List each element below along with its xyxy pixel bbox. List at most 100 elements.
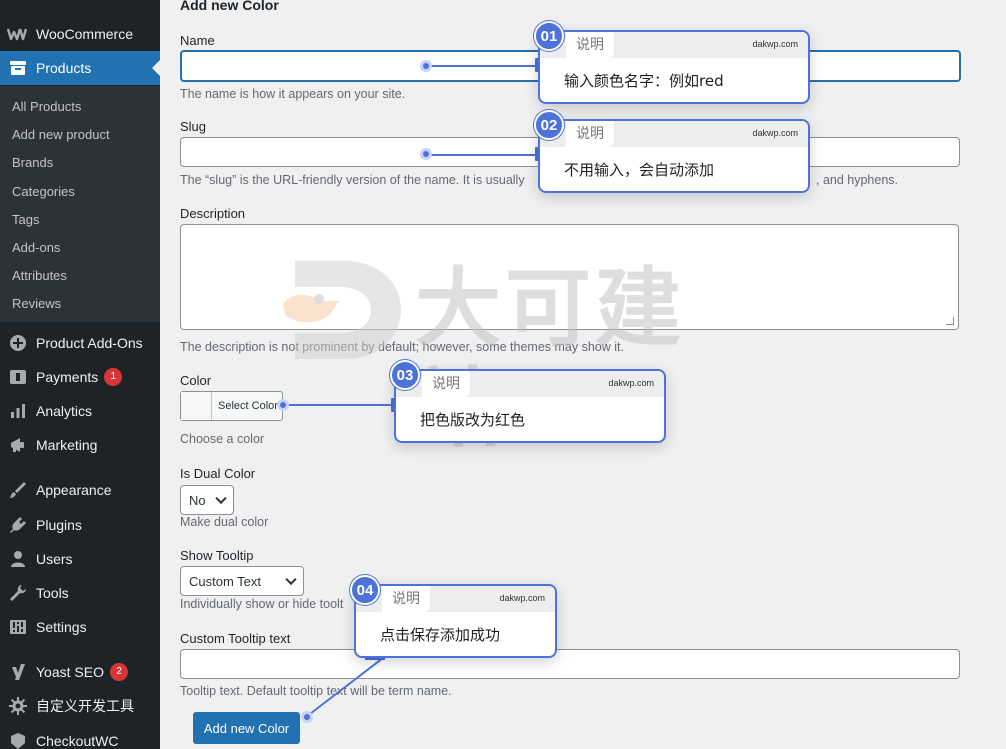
megaphone-icon [0, 435, 36, 455]
menu-label: Tools [36, 585, 69, 601]
callout-site: dakwp.com [752, 39, 798, 49]
color-swatch [181, 392, 212, 420]
callout-site: dakwp.com [752, 128, 798, 138]
menu-yoast-seo[interactable]: Yoast SEO 2 [0, 655, 160, 689]
callout-text: 把色版改为红色 [420, 411, 526, 429]
description-textarea[interactable] [180, 224, 959, 330]
menu-label: Product Add-Ons [36, 335, 143, 351]
menu-label: Plugins [36, 517, 82, 533]
menu-label: 自定义开发工具 [36, 698, 134, 714]
menu-label: Yoast SEO [36, 664, 104, 680]
callout-2-number: 02 [534, 110, 564, 140]
submenu-add-new-product[interactable]: Add new product [12, 127, 110, 142]
submenu-add-ons[interactable]: Add-ons [12, 240, 60, 255]
chevron-down-icon [285, 573, 297, 586]
gear-icon [0, 696, 36, 716]
callout-2-anchor [420, 148, 432, 160]
payments-icon [0, 367, 36, 387]
menu-appearance[interactable]: Appearance [0, 473, 160, 507]
name-label: Name [180, 33, 215, 48]
callout-1-leader [426, 65, 538, 67]
color-description: Choose a color [180, 432, 265, 446]
show-tooltip-description: Individually show or hide toolt [180, 597, 344, 611]
menu-payments[interactable]: Payments 1 [0, 360, 160, 394]
brush-icon [0, 480, 36, 500]
admin-sidebar: WooCommerce Products All Products Add ne… [0, 0, 160, 749]
callout-header: 说明 dakwp.com [396, 371, 664, 397]
callout-header: 说明 dakwp.com [540, 121, 808, 147]
slug-label: Slug [180, 119, 207, 134]
sliders-icon [0, 617, 36, 637]
callout-text: 点击保存添加成功 [380, 626, 501, 644]
menu-settings[interactable]: Settings [0, 610, 160, 644]
submenu-brands[interactable]: Brands [12, 155, 53, 170]
plug-icon [0, 515, 36, 535]
chevron-down-icon [215, 492, 227, 505]
color-label: Color [180, 373, 212, 388]
slug-description-tail: , and hyphens. [816, 173, 899, 187]
form-title: Add new Color [180, 0, 279, 13]
menu-label: CheckoutWC [36, 733, 119, 749]
callout-title: 说明 [566, 32, 614, 58]
yoast-badge: 2 [109, 663, 128, 681]
submenu-attributes[interactable]: Attributes [12, 268, 67, 283]
submenu-reviews[interactable]: Reviews [12, 296, 61, 311]
menu-label: WooCommerce [36, 26, 133, 42]
menu-checkoutwc[interactable]: CheckoutWC [0, 724, 160, 749]
resize-handle-icon[interactable] [946, 317, 954, 325]
menu-woocommerce[interactable]: WooCommerce [0, 17, 160, 51]
submenu-all-products[interactable]: All Products [12, 99, 81, 114]
user-icon [0, 549, 36, 569]
show-tooltip-value: Custom Text [189, 573, 262, 589]
callout-text: 输入颜色名字：例如red [564, 72, 724, 90]
submenu-categories[interactable]: Categories [12, 184, 75, 199]
checkout-icon [0, 731, 36, 749]
callout-site: dakwp.com [499, 593, 545, 603]
callout-4: 说明 dakwp.com 点击保存添加成功 [354, 584, 557, 658]
menu-marketing[interactable]: Marketing [0, 428, 160, 462]
menu-analytics[interactable]: Analytics [0, 394, 160, 428]
dual-color-select[interactable]: No [180, 485, 234, 515]
select-color-text: Select Color [218, 400, 278, 412]
products-submenu: All Products Add new product Brands Cate… [0, 86, 160, 322]
callout-1: 说明 dakwp.com 输入颜色名字：例如red [538, 30, 810, 104]
menu-label: Products [36, 60, 92, 76]
add-new-color-button[interactable]: Add new Color [193, 712, 300, 744]
callout-3-anchor [277, 399, 289, 411]
archive-icon [0, 58, 36, 78]
name-description: The name is how it appears on your site. [180, 87, 406, 101]
menu-label: Settings [36, 619, 87, 635]
slug-description: The “slug” is the URL-friendly version o… [180, 173, 525, 187]
callout-1-number: 01 [534, 21, 564, 51]
menu-label: Payments [36, 369, 99, 385]
menu-label: Marketing [36, 437, 98, 453]
callout-2: 说明 dakwp.com 不用输入，会自动添加 [538, 119, 810, 193]
menu-users[interactable]: Users [0, 542, 160, 576]
menu-plugins[interactable]: Plugins [0, 508, 160, 542]
callout-3-number: 03 [390, 360, 420, 390]
bar-chart-icon [0, 401, 36, 421]
menu-custom-dev-tools[interactable]: 自定义开发工具 [0, 689, 160, 723]
menu-product-add-ons[interactable]: Product Add-Ons [0, 326, 160, 360]
description-help: The description is not prominent by defa… [180, 340, 624, 354]
plus-circle-icon [0, 333, 36, 353]
callout-4-anchor [301, 711, 313, 723]
callout-title: 说明 [422, 371, 470, 397]
callout-site: dakwp.com [608, 378, 654, 388]
show-tooltip-select[interactable]: Custom Text [180, 566, 304, 596]
callout-title: 说明 [566, 121, 614, 147]
menu-products[interactable]: Products [0, 51, 160, 85]
callout-2-leader [426, 154, 538, 156]
select-color-button[interactable]: Select Color [180, 391, 283, 421]
callout-header: 说明 dakwp.com [356, 586, 555, 612]
submenu-tags[interactable]: Tags [12, 212, 39, 227]
menu-tools[interactable]: Tools [0, 576, 160, 610]
dual-color-description: Make dual color [180, 515, 269, 529]
menu-label: Analytics [36, 403, 93, 419]
yoast-icon [0, 662, 36, 682]
woocommerce-icon [0, 27, 36, 41]
menu-label: Appearance [36, 482, 112, 498]
payments-badge: 1 [104, 368, 123, 386]
dual-color-value: No [189, 492, 206, 508]
callout-3: 说明 dakwp.com 把色版改为红色 [394, 369, 666, 443]
